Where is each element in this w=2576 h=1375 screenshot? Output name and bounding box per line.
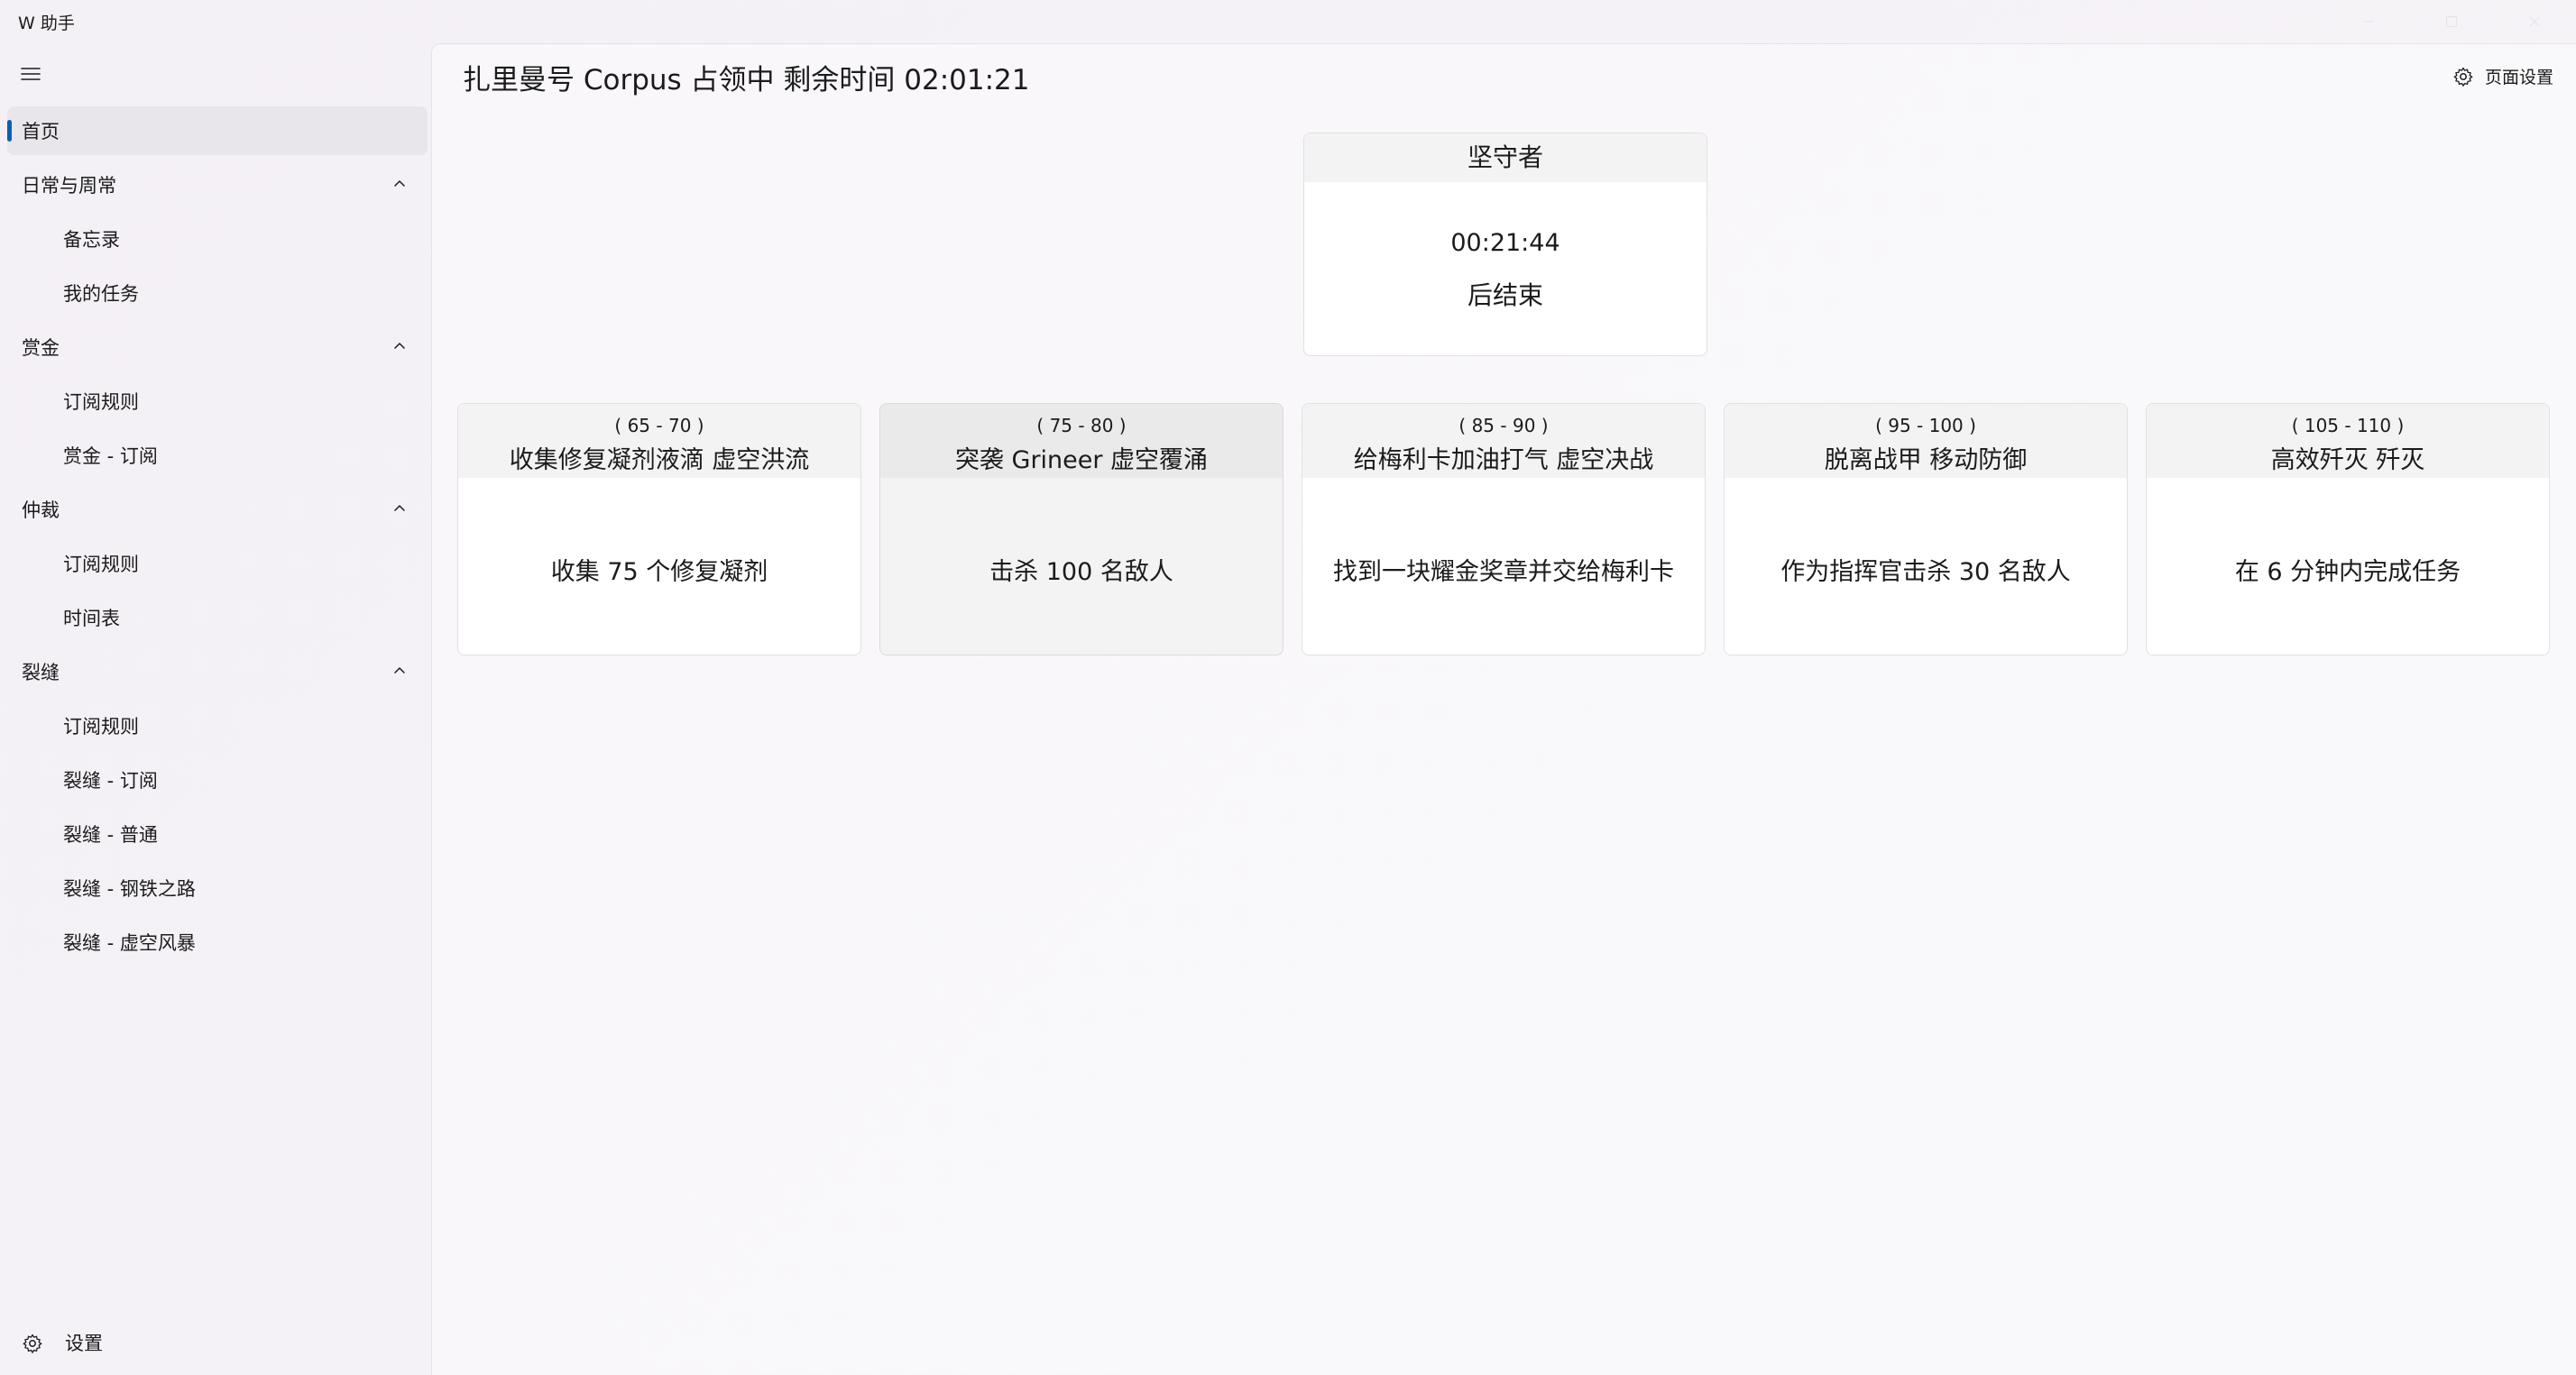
gear-icon [23, 1334, 42, 1353]
sentinel-card: 坚守者 00:21:44 后结束 [1303, 133, 1707, 356]
maximize-icon [2445, 15, 2458, 28]
main-content: 扎里曼号 Corpus 占领中 剩余时间 02:01:21 页面设置 坚守者 0… [431, 43, 2576, 1375]
minimize-icon [2363, 21, 2374, 23]
sidebar-item-fissure-rules[interactable]: 订阅规则 [7, 701, 428, 750]
chevron-up-icon[interactable] [391, 500, 408, 517]
sidebar-group-arbitration[interactable]: 仲裁 [7, 485, 428, 534]
sidebar-item-label: 备忘录 [63, 229, 120, 251]
mission-name: 收集修复凝剂液滴 虚空洪流 [509, 446, 810, 474]
hamburger-icon [21, 68, 41, 80]
sidebar-item-fissure-steel-path[interactable]: 裂缝 - 钢铁之路 [7, 864, 428, 912]
mission-card[interactable]: ( 95 - 100 ) 脱离战甲 移动防御 作为指挥官击杀 30 名敌人 [1724, 403, 2128, 655]
chevron-up-icon[interactable] [391, 338, 408, 354]
menu-toggle-button[interactable] [13, 58, 49, 90]
sidebar-group-fissures[interactable]: 裂缝 [7, 647, 428, 696]
mission-header: ( 65 - 70 ) 收集修复凝剂液滴 虚空洪流 [458, 404, 860, 478]
sidebar-item-fissure-normal[interactable]: 裂缝 - 普通 [7, 810, 428, 858]
mission-objective: 击杀 100 名敌人 [989, 558, 1173, 586]
sidebar-item-label: 仲裁 [22, 500, 60, 521]
sidebar-item-label: 设置 [65, 1333, 103, 1354]
mission-header: ( 85 - 90 ) 给梅利卡加油打气 虚空决战 [1302, 404, 1705, 478]
sidebar-item-label: 首页 [22, 121, 60, 142]
page-title: 扎里曼号 Corpus 占领中 剩余时间 02:01:21 [463, 64, 1030, 96]
sidebar-item-label: 订阅规则 [63, 716, 139, 738]
sidebar-item-bounty-subscription[interactable]: 赏金 - 订阅 [7, 431, 428, 480]
sidebar-item-label: 裂缝 [22, 662, 60, 683]
sidebar-item-label: 日常与周常 [22, 175, 116, 197]
sidebar-item-settings[interactable]: 设置 [7, 1318, 428, 1367]
mission-name: 高效歼灭 歼灭 [2270, 446, 2425, 474]
mission-card[interactable]: ( 75 - 80 ) 突袭 Grineer 虚空覆涌 击杀 100 名敌人 [879, 403, 1283, 655]
mission-objective: 收集 75 个修复凝剂 [550, 558, 768, 586]
sidebar-item-label: 订阅规则 [63, 391, 139, 413]
chevron-up-icon[interactable] [391, 663, 408, 679]
sidebar-item-arbitration-rules[interactable]: 订阅规则 [7, 539, 428, 588]
mission-card[interactable]: ( 85 - 90 ) 给梅利卡加油打气 虚空决战 找到一块耀金奖章并交给梅利卡 [1302, 403, 1706, 655]
mission-card[interactable]: ( 65 - 70 ) 收集修复凝剂液滴 虚空洪流 收集 75 个修复凝剂 [457, 403, 861, 655]
gear-icon [2453, 67, 2473, 87]
close-icon [2529, 16, 2540, 27]
sidebar-item-label: 时间表 [63, 608, 120, 629]
mission-name: 脱离战甲 移动防御 [1824, 446, 2028, 474]
sidebar-item-label: 裂缝 - 钢铁之路 [63, 878, 196, 900]
sidebar-item-label: 裂缝 - 普通 [63, 824, 158, 846]
maximize-button[interactable] [2410, 0, 2493, 43]
sidebar-item-label: 裂缝 - 订阅 [63, 770, 158, 792]
sentinel-suffix: 后结束 [1467, 280, 1543, 310]
window-controls [2327, 0, 2576, 43]
sidebar-item-fissure-void-storm[interactable]: 裂缝 - 虚空风暴 [7, 918, 428, 967]
sidebar-item-memo[interactable]: 备忘录 [7, 215, 428, 263]
sidebar-item-fissure-subscription[interactable]: 裂缝 - 订阅 [7, 756, 428, 804]
mission-header: ( 105 - 110 ) 高效歼灭 歼灭 [2147, 404, 2549, 478]
sentinel-title: 坚守者 [1304, 133, 1707, 182]
minimize-button[interactable] [2327, 0, 2410, 43]
mission-level-range: ( 65 - 70 ) [614, 415, 704, 436]
mission-level-range: ( 75 - 80 ) [1036, 415, 1127, 436]
sidebar-item-label: 赏金 - 订阅 [63, 445, 158, 467]
sidebar: 首页 日常与周常 备忘录 我的任务 赏金 订阅规则 赏金 - 订阅 仲裁 订阅规… [0, 43, 431, 1374]
sidebar-item-schedule[interactable]: 时间表 [7, 593, 428, 642]
sidebar-item-label: 订阅规则 [63, 554, 139, 575]
mission-header: ( 95 - 100 ) 脱离战甲 移动防御 [1725, 404, 2127, 478]
mission-card[interactable]: ( 105 - 110 ) 高效歼灭 歼灭 在 6 分钟内完成任务 [2146, 403, 2550, 655]
sidebar-item-my-tasks[interactable]: 我的任务 [7, 269, 428, 317]
mission-header: ( 75 - 80 ) 突袭 Grineer 虚空覆涌 [880, 404, 1283, 478]
sidebar-item-bounty-rules[interactable]: 订阅规则 [7, 377, 428, 426]
chevron-up-icon[interactable] [391, 176, 408, 192]
mission-objective: 找到一块耀金奖章并交给梅利卡 [1333, 558, 1674, 586]
sentinel-countdown: 00:21:44 [1450, 229, 1560, 257]
sidebar-item-label: 赏金 [22, 337, 60, 359]
sidebar-item-label: 我的任务 [63, 283, 139, 305]
mission-objective: 在 6 分钟内完成任务 [2234, 558, 2461, 586]
page-settings-button[interactable]: 页面设置 [2452, 64, 2553, 88]
page-settings-label: 页面设置 [2484, 68, 2553, 87]
close-button[interactable] [2493, 0, 2576, 43]
mission-level-range: ( 105 - 110 ) [2291, 415, 2405, 436]
mission-objective: 作为指挥官击杀 30 名敌人 [1780, 558, 2071, 586]
sidebar-group-bounty[interactable]: 赏金 [7, 323, 428, 371]
mission-level-range: ( 95 - 100 ) [1875, 415, 1976, 436]
mission-name: 给梅利卡加油打气 虚空决战 [1353, 446, 1654, 474]
title-bar: W 助手 [0, 0, 2576, 43]
sidebar-item-home[interactable]: 首页 [7, 106, 428, 155]
sidebar-group-daily-weekly[interactable]: 日常与周常 [7, 160, 428, 209]
mission-name: 突袭 Grineer 虚空覆涌 [954, 446, 1209, 474]
sidebar-item-label: 裂缝 - 虚空风暴 [63, 932, 196, 954]
mission-level-range: ( 85 - 90 ) [1458, 415, 1549, 436]
selection-indicator [7, 120, 12, 142]
app-title: W 助手 [18, 13, 75, 33]
